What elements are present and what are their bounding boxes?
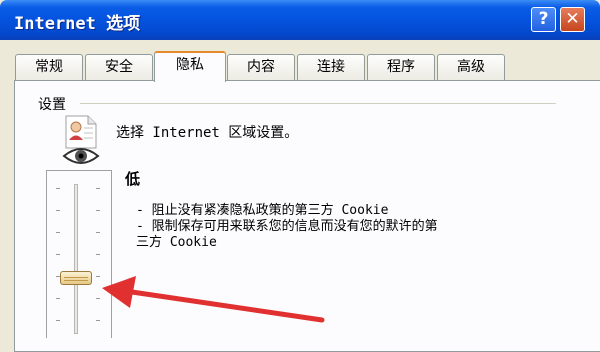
slider-tick — [96, 232, 100, 233]
privacy-eye-icon — [62, 115, 100, 164]
level-description: - 阻止没有紧凑隐私政策的第三方 Cookie - 限制保存可用来联系您的信息而… — [136, 203, 556, 251]
privacy-slider-track[interactable] — [74, 184, 78, 334]
help-button[interactable]: ? — [531, 7, 556, 32]
zone-intro-text: 选择 Internet 区域设置。 — [116, 125, 299, 141]
tab-strip: 常规 安全 隐私 内容 连接 程序 高级 — [15, 51, 595, 82]
tab-general[interactable]: 常规 — [15, 54, 83, 80]
group-divider — [80, 103, 556, 104]
slider-tick — [56, 320, 60, 321]
tab-advanced[interactable]: 高级 — [437, 54, 505, 80]
slider-tick — [56, 210, 60, 211]
slider-tick — [56, 188, 60, 189]
slider-tick — [96, 188, 100, 189]
slider-tick — [96, 210, 100, 211]
tab-connections[interactable]: 连接 — [297, 54, 365, 80]
tab-privacy[interactable]: 隐私 — [154, 51, 226, 82]
description-line: - 限制保存可用来联系您的信息而没有您的默许的第 — [136, 219, 438, 234]
slider-tick — [56, 298, 60, 299]
slider-tick — [56, 232, 60, 233]
annotation-arrow-icon — [102, 276, 325, 323]
slider-tick — [56, 254, 60, 255]
description-line: - 阻止没有紧凑隐私政策的第三方 Cookie — [136, 203, 389, 218]
close-button[interactable]: ✕ — [560, 7, 585, 32]
tab-content[interactable]: 内容 — [227, 54, 295, 80]
tab-programs[interactable]: 程序 — [367, 54, 435, 80]
slider-tick — [96, 254, 100, 255]
settings-group-label: 设置 — [38, 94, 70, 114]
privacy-slider-thumb[interactable] — [60, 270, 92, 285]
title-bar[interactable]: Internet 选项 ? ✕ — [0, 0, 600, 40]
privacy-level-title: 低 — [125, 170, 141, 188]
window-title: Internet 选项 — [14, 14, 141, 34]
tab-security[interactable]: 安全 — [85, 54, 153, 80]
description-line: 三方 Cookie — [136, 235, 217, 250]
